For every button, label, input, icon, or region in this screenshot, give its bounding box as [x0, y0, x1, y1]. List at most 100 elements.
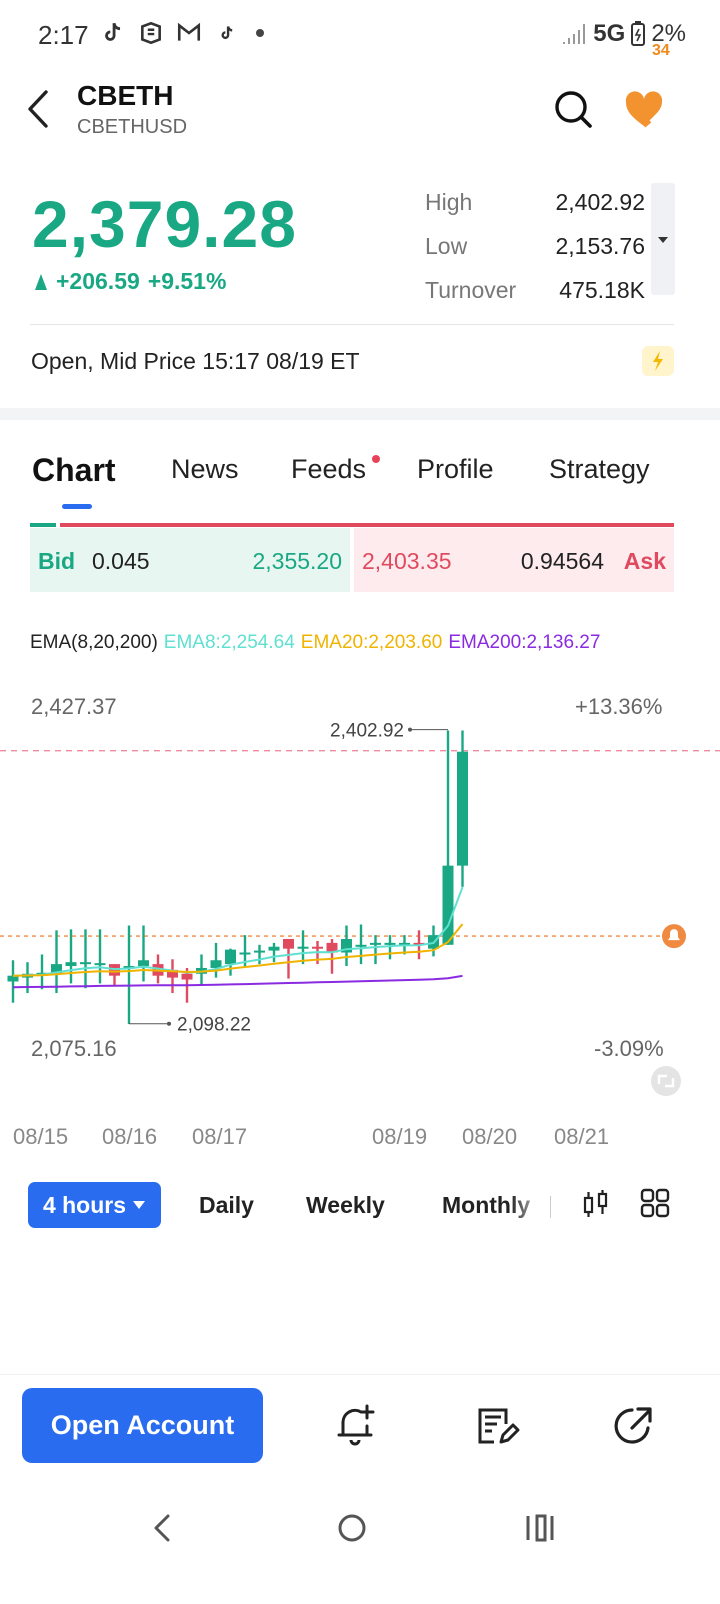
- low-annotation-dot: [167, 1021, 171, 1026]
- tab-profile[interactable]: Profile: [417, 454, 494, 485]
- lightning-button[interactable]: [642, 346, 674, 376]
- divider: [30, 324, 674, 325]
- x-tick: 08/15: [13, 1124, 69, 1149]
- x-tick: 08/21: [554, 1124, 610, 1149]
- nav-back-icon[interactable]: [140, 1506, 184, 1550]
- candle-body: [239, 952, 251, 955]
- section-separator: [0, 408, 720, 420]
- price-change: +206.59 +9.51%: [34, 268, 226, 295]
- stat-low: Low 2,153.76: [425, 224, 645, 268]
- tab-news[interactable]: News: [171, 454, 239, 485]
- share-icon[interactable]: [610, 1402, 656, 1448]
- candle-body: [297, 946, 309, 949]
- y-axis-top: 2,427.37: [31, 694, 117, 719]
- ema8-value: EMA8:2,254.64: [163, 632, 295, 653]
- change-percent: +9.51%: [147, 268, 227, 294]
- candle-body: [283, 939, 294, 949]
- bid-size: 0.045: [92, 548, 150, 574]
- ema-legend[interactable]: EMA(8,20,200) EMA8:2,254.64 EMA20:2,203.…: [30, 632, 600, 654]
- app-icon: [141, 21, 161, 45]
- ema200-value: EMA200:2,136.27: [448, 632, 601, 653]
- favorite-heart-icon[interactable]: [622, 86, 680, 138]
- ask-price: 2,403.35: [362, 548, 452, 574]
- period-active-label: 4 hours: [42, 1191, 127, 1218]
- tab-strategy[interactable]: Strategy: [549, 454, 650, 485]
- lightning-icon: [653, 351, 663, 371]
- status-bar: 2:17 5G 2%: [0, 0, 720, 70]
- ask-strength-bar: [60, 523, 674, 527]
- candle-body: [370, 942, 381, 945]
- stat-label: Turnover: [425, 276, 517, 303]
- ema200-line: [12, 974, 463, 989]
- gmail-icon: [177, 22, 201, 41]
- stat-value: 2,402.92: [555, 188, 645, 215]
- symbol-subtitle: CBETHUSD: [77, 116, 188, 138]
- feeds-notification-dot: [372, 455, 380, 463]
- network-type: 5G: [593, 20, 626, 47]
- ema20-value: EMA20:2,203.60: [300, 632, 443, 653]
- stat-value: 475.18K: [559, 276, 645, 303]
- more-dot-icon: [256, 29, 264, 37]
- candle-body: [268, 946, 280, 951]
- reset-zoom-button: [651, 1066, 681, 1096]
- candle-body: [457, 751, 468, 866]
- tiktok-icon: [105, 22, 121, 41]
- last-price: 2,379.28: [32, 187, 297, 261]
- edit-note-icon[interactable]: [474, 1402, 520, 1448]
- candle-body: [181, 973, 193, 980]
- low-annotation-label: 2,098.22: [177, 1015, 251, 1036]
- x-tick: 08/20: [462, 1124, 518, 1149]
- nav-home-icon[interactable]: [330, 1506, 374, 1550]
- battery-icon: [631, 21, 646, 46]
- candle-type-icon[interactable]: [582, 1188, 610, 1220]
- scroll-fade: [510, 1184, 550, 1224]
- high-annotation-dot: [408, 727, 412, 732]
- tab-chart[interactable]: Chart: [32, 452, 116, 489]
- active-tab-indicator: [62, 504, 92, 509]
- period-daily[interactable]: Daily: [199, 1192, 254, 1219]
- nav-recents-icon[interactable]: [518, 1506, 562, 1550]
- period-weekly[interactable]: Weekly: [306, 1192, 385, 1219]
- symbol-title: CBETH: [77, 80, 174, 111]
- market-status: Open, Mid Price 15:17 08/19 ET: [31, 348, 360, 374]
- bid-strength-bar: [30, 523, 56, 527]
- open-account-button[interactable]: Open Account: [22, 1388, 263, 1463]
- up-triangle-icon: [35, 273, 47, 290]
- stat-label: High: [425, 188, 473, 215]
- ask-label: Ask: [623, 548, 666, 574]
- divider: [550, 1196, 551, 1218]
- ask-size: 0.94564: [520, 548, 604, 574]
- candle-body: [65, 962, 77, 967]
- candle-body: [384, 942, 396, 945]
- period-4-hours-button[interactable]: 4 hours: [28, 1182, 161, 1228]
- quote-stats: High 2,402.92 Low 2,153.76 Turnover 475.…: [425, 180, 645, 312]
- chevron-down-icon: [658, 237, 668, 243]
- search-icon[interactable]: [552, 88, 596, 132]
- y-axis-bottom-pct: -3.09%: [594, 1036, 664, 1061]
- candle-body: [355, 944, 367, 947]
- tiktok-small-icon: [221, 26, 233, 40]
- expand-stats-button[interactable]: [651, 183, 675, 295]
- tab-bar: Chart News Feeds Profile Strategy: [0, 440, 720, 510]
- stat-high: High 2,402.92: [425, 180, 645, 224]
- grid-layout-icon[interactable]: [640, 1188, 670, 1218]
- high-annotation-label: 2,402.92: [330, 721, 404, 742]
- ema-label: EMA(8,20,200): [30, 632, 158, 653]
- back-arrow-icon[interactable]: [20, 86, 60, 132]
- candle-body: [138, 960, 149, 967]
- candle-body: [80, 962, 91, 965]
- signal-icon: [563, 24, 586, 44]
- tab-feeds[interactable]: Feeds: [291, 454, 366, 485]
- x-tick: 08/16: [102, 1124, 158, 1149]
- status-time: 2:17: [38, 20, 89, 50]
- change-amount: +206.59: [56, 268, 140, 294]
- ask-panel: 2,403.35 0.94564 Ask: [354, 528, 674, 592]
- bid-price: 2,355.20: [252, 548, 342, 574]
- bid-label: Bid: [38, 548, 76, 574]
- add-alert-bell-icon[interactable]: [332, 1402, 378, 1448]
- x-tick: 08/17: [192, 1124, 248, 1149]
- x-tick: 08/19: [372, 1124, 428, 1149]
- candle-body: [94, 963, 106, 966]
- stat-value: 2,153.76: [555, 232, 645, 259]
- stat-turnover: Turnover 475.18K: [425, 268, 645, 312]
